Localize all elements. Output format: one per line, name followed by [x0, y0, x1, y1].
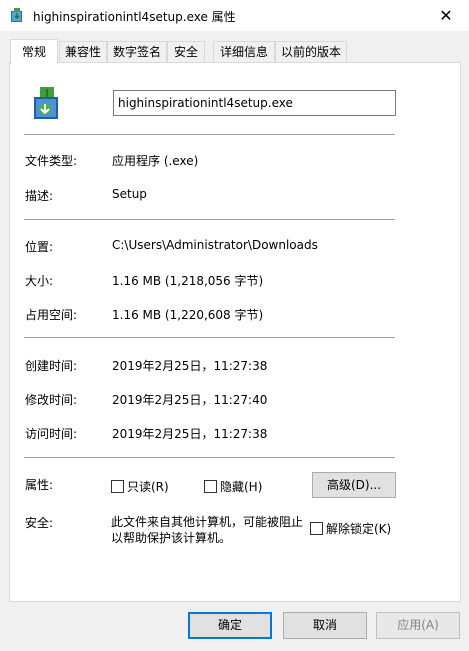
- unblock-checkbox[interactable]: 解除锁定(K): [310, 520, 391, 537]
- unblock-label: 解除锁定(K): [326, 522, 392, 536]
- separator: [24, 337, 395, 338]
- separator: [24, 219, 395, 220]
- ok-button[interactable]: 确定: [188, 612, 272, 639]
- created-value: 2019年2月25日，11:27:38: [112, 359, 268, 373]
- hidden-checkbox[interactable]: 隐藏(H): [204, 478, 262, 495]
- apply-button[interactable]: 应用(A): [376, 612, 460, 639]
- security-warning: 此文件来自其他计算机，可能被阻止 以帮助保护该计算机。: [111, 514, 311, 546]
- size-label: 大小:: [25, 274, 54, 288]
- checkbox-box[interactable]: [204, 480, 217, 493]
- tab-security[interactable]: 安全: [167, 41, 205, 63]
- tab-compatibility[interactable]: 兼容性: [59, 41, 107, 63]
- tab-previous-versions[interactable]: 以前的版本: [275, 41, 347, 63]
- installer-box-icon: [11, 8, 22, 22]
- size-on-disk-label: 占用空间:: [25, 308, 78, 322]
- file-type-value: 应用程序 (.exe): [112, 154, 199, 168]
- checkbox-box[interactable]: [310, 522, 323, 535]
- separator: [24, 134, 395, 135]
- separator: [24, 457, 395, 458]
- accessed-value: 2019年2月25日，11:27:38: [112, 427, 268, 441]
- hidden-label: 隐藏(H): [220, 480, 263, 494]
- readonly-label: 只读(R): [127, 480, 169, 494]
- file-name-field[interactable]: [113, 90, 396, 116]
- title-bar: highinspirationintl4setup.exe 属性 ✕: [0, 0, 469, 31]
- security-warning-line: 此文件来自其他计算机，可能被阻止: [111, 515, 304, 529]
- tab-general[interactable]: 常规: [10, 39, 58, 64]
- attributes-label: 属性:: [25, 478, 54, 492]
- general-panel: 文件类型: 应用程序 (.exe) 描述: Setup 位置: C:\Users…: [9, 62, 461, 602]
- location-label: 位置:: [25, 240, 54, 254]
- tab-details[interactable]: 详细信息: [213, 41, 275, 63]
- checkbox-box[interactable]: [111, 480, 124, 493]
- accessed-label: 访问时间:: [25, 427, 78, 441]
- window-title: highinspirationintl4setup.exe 属性: [33, 10, 236, 24]
- readonly-checkbox[interactable]: 只读(R): [111, 478, 169, 495]
- modified-label: 修改时间:: [25, 393, 78, 407]
- advanced-button[interactable]: 高级(D)...: [312, 472, 396, 498]
- description-label: 描述:: [25, 189, 54, 203]
- size-value: 1.16 MB (1,218,056 字节): [112, 274, 264, 288]
- installer-box-icon: [34, 87, 58, 119]
- created-label: 创建时间:: [25, 359, 78, 373]
- location-value: C:\Users\Administrator\Downloads: [112, 238, 318, 252]
- size-on-disk-value: 1.16 MB (1,220,608 字节): [112, 308, 264, 322]
- security-label: 安全:: [25, 516, 54, 530]
- tab-digital-signatures[interactable]: 数字签名: [107, 41, 167, 63]
- description-value: Setup: [112, 187, 147, 201]
- close-button[interactable]: ✕: [423, 0, 469, 31]
- file-type-label: 文件类型:: [25, 154, 78, 168]
- cancel-button[interactable]: 取消: [283, 612, 367, 639]
- modified-value: 2019年2月25日，11:27:40: [112, 393, 268, 407]
- security-warning-line: 以帮助保护该计算机。: [111, 531, 232, 545]
